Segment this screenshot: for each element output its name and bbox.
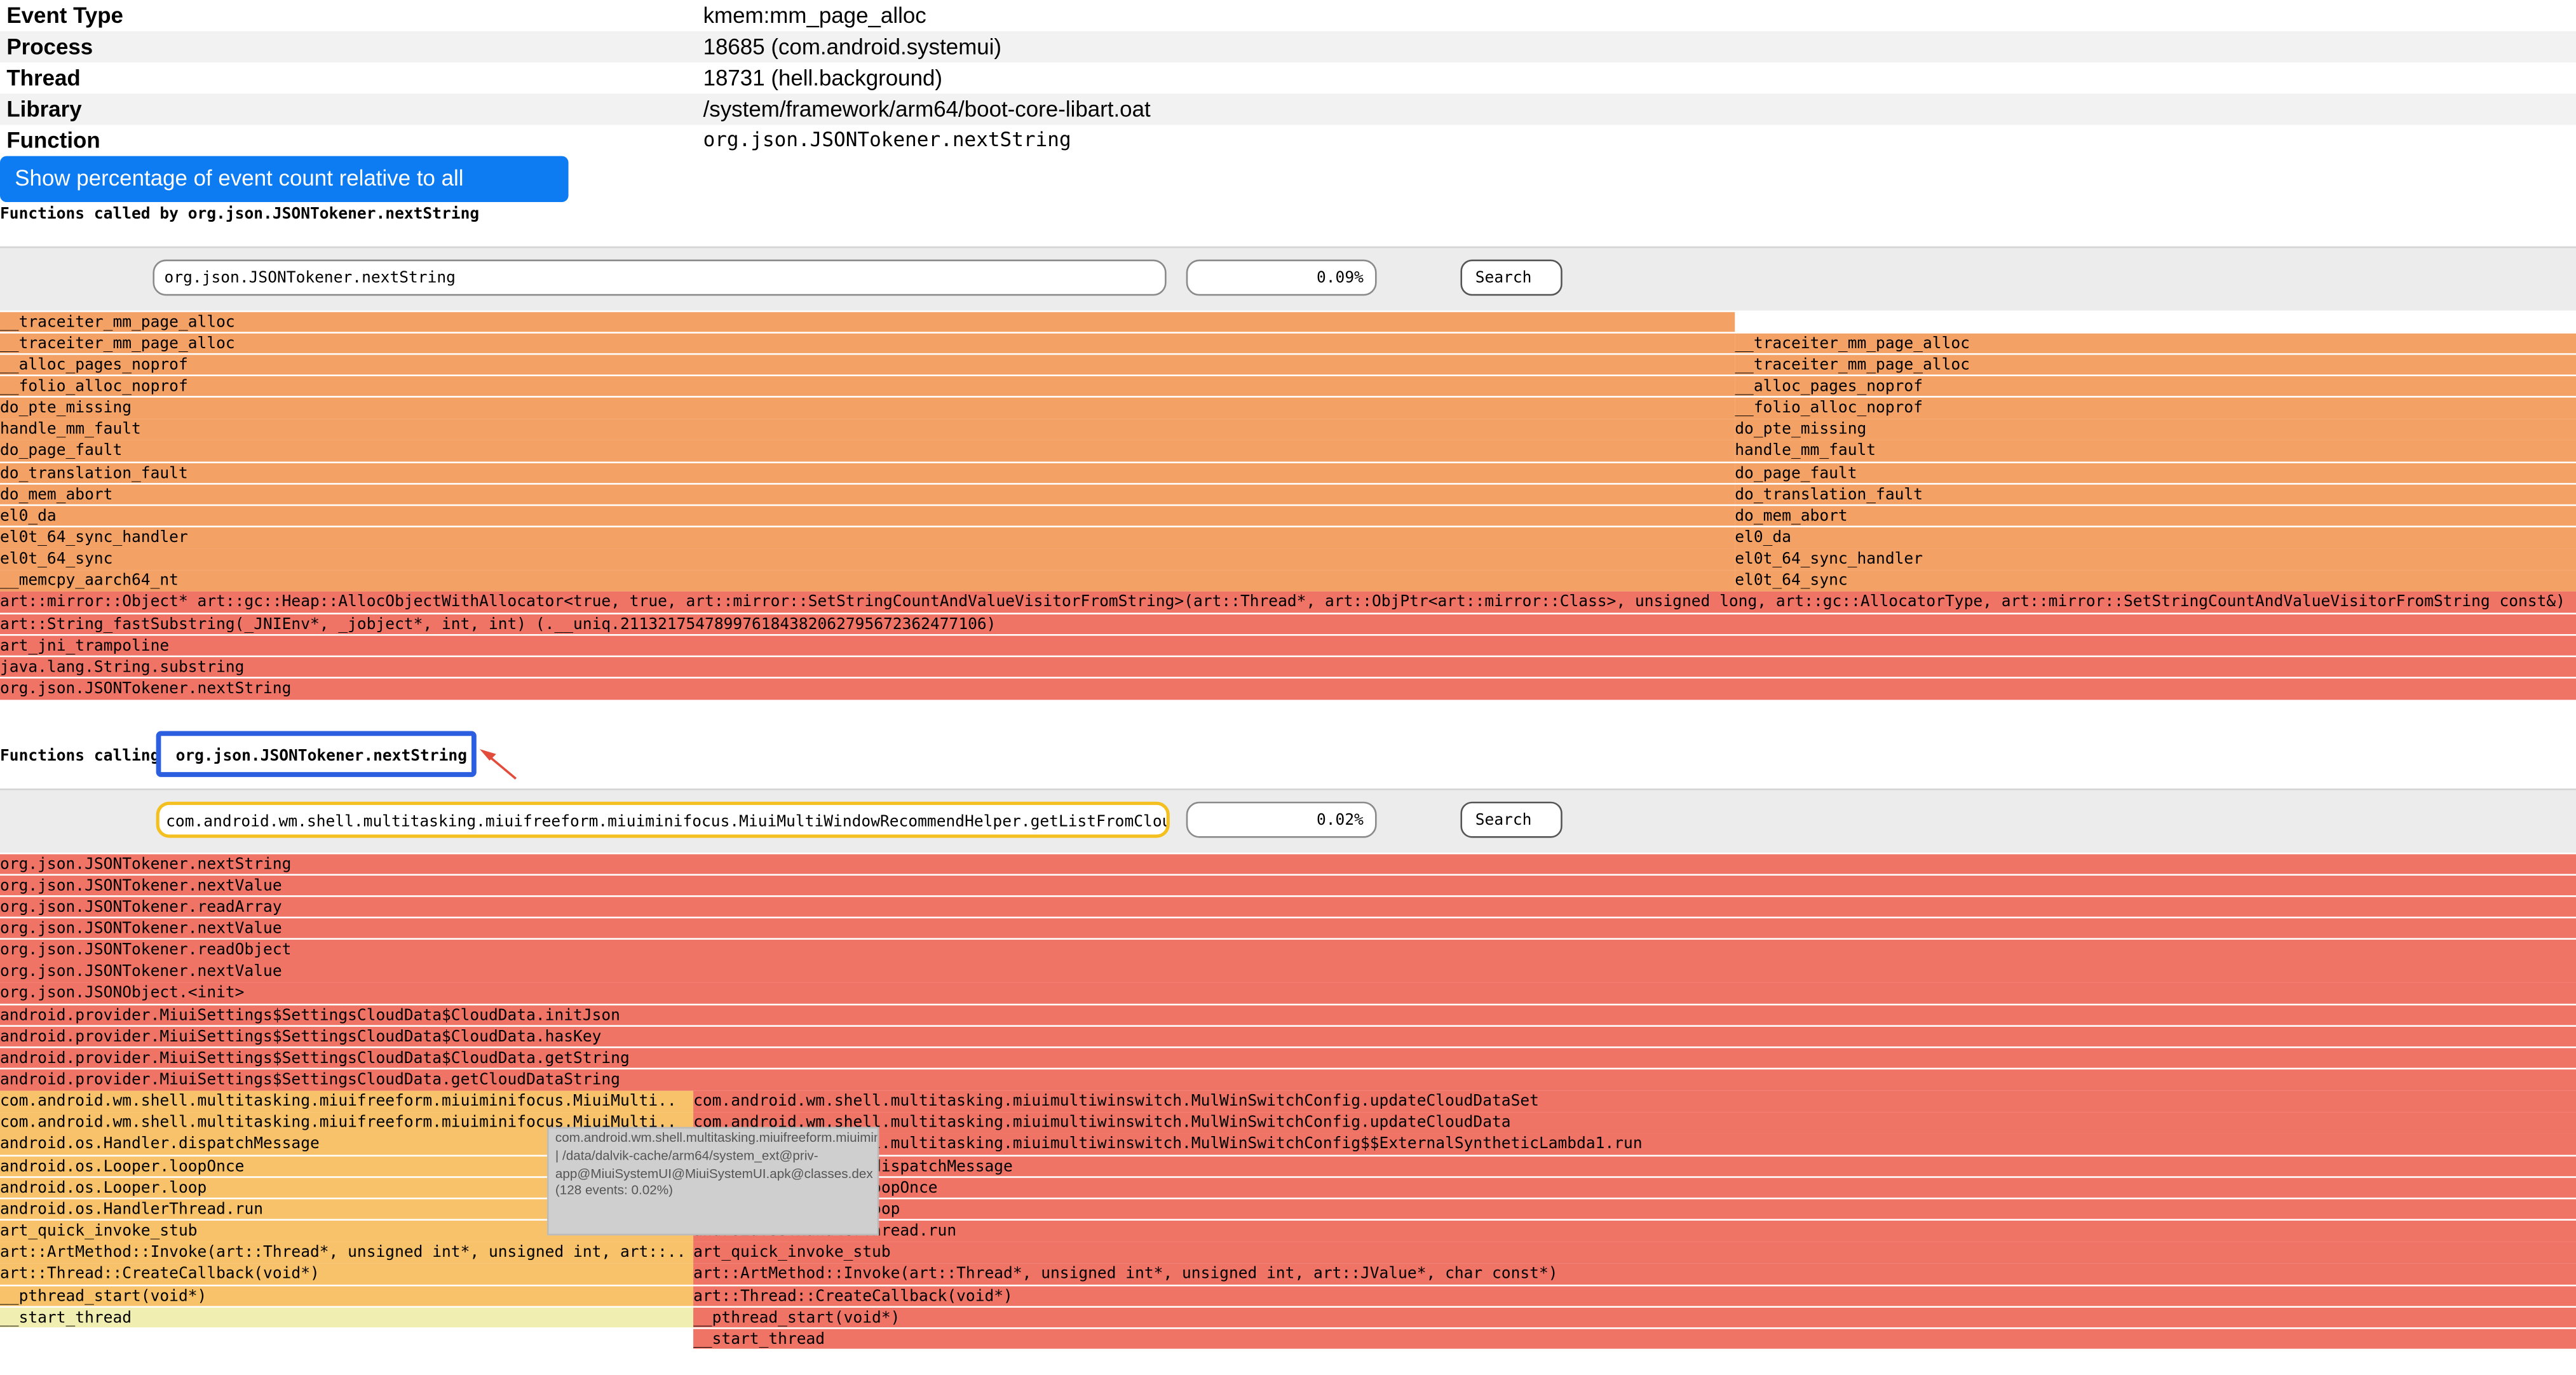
frame-tooltip: com.android.wm.shell.multitasking.miuifr… [546,1127,879,1236]
info-key: Process [6,34,93,60]
info-key: Function [6,128,100,153]
flame-frame[interactable]: el0_da [1735,527,2576,548]
callers-search-input[interactable]: com.android.wm.shell.multitasking.miuifr… [156,801,1170,838]
flame-frame[interactable]: do_translation_fault [1735,484,2576,505]
flame-frame[interactable]: do_translation_fault [0,462,1735,484]
flame-frame[interactable]: __alloc_pages_noprof [0,354,1735,376]
flame-frame[interactable]: __memcpy_aarch64_nt [0,570,1735,592]
flame-frame[interactable]: handle_mm_fault [0,419,1735,440]
flame-frame[interactable]: android.os.Looper.loop [693,1199,2576,1220]
info-value: 18731 (hell.background) [703,65,943,91]
flame-frame[interactable]: com.android.wm.shell.multitasking.miuifr… [0,1091,694,1112]
flame-frame[interactable]: do_pte_missing [0,397,1735,419]
flame-frame[interactable]: el0t_64_sync [1735,570,2576,592]
info-value: /system/framework/arm64/boot-core-libart… [703,97,1151,122]
flame-frame[interactable]: android.provider.MiuiSettings$SettingsCl… [0,1026,2576,1047]
flame-frame[interactable]: __traceiter_mm_page_alloc [1735,354,2576,376]
annotation-highlight-box [156,731,477,777]
flame-frame[interactable]: android.os.Handler.dispatchMessage [693,1156,2576,1177]
info-row-thread: Thread 18731 (hell.background) [0,62,2576,93]
flame-frame[interactable]: org.json.JSONTokener.nextString [0,678,2576,700]
flame-frame[interactable]: __start_thread [0,1307,694,1328]
callers-search-button[interactable]: Search [1460,801,1563,838]
flame-frame[interactable]: org.json.JSONObject.<init> [0,983,2576,1004]
flame-frame[interactable]: art::Thread::CreateCallback(void*) [0,1264,694,1285]
flame-frame[interactable]: com.android.wm.shell.multitasking.miuimu… [693,1091,2576,1112]
report-root: Event Type kmem:mm_page_alloc Process 18… [0,0,2576,1350]
flame-frame[interactable]: android.os.HandlerThread.run [693,1221,2576,1242]
flame-frame[interactable]: org.json.JSONTokener.nextValue [0,918,2576,939]
flame-frame[interactable]: __traceiter_mm_page_alloc [0,311,1735,332]
flame-frame[interactable]: com.android.wm.shell.multitasking.miuimu… [693,1113,2576,1134]
flame-frame[interactable]: java.lang.String.substring [0,656,2576,678]
info-key: Library [6,97,82,122]
caret-down-icon [125,222,139,229]
flame-frame[interactable]: do_page_fault [1735,462,2576,484]
callers-search-bar: com.android.wm.shell.multitasking.miuifr… [0,789,2576,853]
dropdown-label: Show percentage of event count relative … [15,166,464,237]
flame-frame[interactable]: el0_da [0,505,1735,527]
flame-frame[interactable]: __folio_alloc_noprof [0,376,1735,397]
flame-frame[interactable]: do_mem_abort [1735,505,2576,527]
flame-frame[interactable]: do_page_fault [0,440,1735,462]
info-value: org.json.JSONTokener.nextString [703,128,1071,151]
flame-frame[interactable]: art::String_fastSubstring(_JNIEnv*, _job… [0,613,2576,635]
flame-frame[interactable]: __folio_alloc_noprof [1735,397,2576,419]
annotation-arrow-icon [479,748,517,780]
flame-frame[interactable]: android.provider.MiuiSettings$SettingsCl… [0,1069,2576,1090]
percentage-mode-dropdown[interactable]: Show percentage of event count relative … [0,156,569,236]
info-value: kmem:mm_page_alloc [703,3,926,28]
info-value: 18685 (com.android.systemui) [703,34,1002,60]
flame-frame[interactable]: art::mirror::Object* art::gc::Heap::Allo… [0,592,2576,613]
info-row-function: Function org.json.JSONTokener.nextString [0,125,2576,156]
flame-frame[interactable]: __start_thread [693,1329,2576,1350]
flame-frame[interactable]: org.json.JSONTokener.nextValue [0,961,2576,982]
info-key: Thread [6,65,81,91]
flame-frame[interactable]: org.json.JSONTokener.nextString [0,853,2576,874]
flame-frame[interactable]: art_quick_invoke_stub [693,1242,2576,1263]
flame-frame[interactable]: android.provider.MiuiSettings$SettingsCl… [0,1005,2576,1026]
callees-search-button[interactable]: Search [1460,259,1563,296]
flame-frame[interactable]: org.json.JSONTokener.readArray [0,897,2576,918]
flame-frame[interactable]: art::Thread::CreateCallback(void*) [693,1285,2576,1306]
info-row-event-type: Event Type kmem:mm_page_alloc [0,0,2576,31]
callers-title-prefix: Functions calling [0,747,160,766]
flame-frame[interactable]: __pthread_start(void*) [0,1285,694,1306]
flame-frame[interactable]: art::ArtMethod::Invoke(art::Thread*, uns… [0,1242,694,1263]
flame-frame[interactable]: android.provider.MiuiSettings$SettingsCl… [0,1048,2576,1069]
flame-frame[interactable]: el0t_64_sync [0,548,1735,570]
flame-frame[interactable]: do_mem_abort [0,484,1735,505]
flame-frame[interactable]: el0t_64_sync_handler [0,527,1735,548]
flame-frame[interactable]: __alloc_pages_noprof [1735,376,2576,397]
flame-frame[interactable]: org.json.JSONTokener.nextValue [0,875,2576,896]
callees-search-bar: org.json.JSONTokener.nextString 0.09% Se… [0,246,2576,311]
info-key: Event Type [6,3,123,28]
flame-frame[interactable]: __pthread_start(void*) [693,1307,2576,1328]
flame-frame[interactable]: org.json.JSONTokener.readObject [0,940,2576,961]
flame-frame[interactable]: art_jni_trampoline [0,635,2576,656]
flame-frame[interactable]: do_pte_missing [1735,419,2576,440]
flame-frame[interactable]: __traceiter_mm_page_alloc [0,332,1735,354]
flame-frame[interactable]: __traceiter_mm_page_alloc [1735,332,2576,354]
callees-search-input[interactable]: org.json.JSONTokener.nextString [153,259,1167,296]
flame-frame[interactable]: com.android.wm.shell.multitasking.miuimu… [693,1134,2576,1155]
info-row-process: Process 18685 (com.android.systemui) [0,31,2576,63]
info-row-library: Library /system/framework/arm64/boot-cor… [0,93,2576,125]
flame-frame[interactable]: handle_mm_fault [1735,440,2576,462]
flame-frame[interactable]: el0t_64_sync_handler [1735,548,2576,570]
callees-title: Functions called by org.json.JSONTokener… [0,205,480,224]
callers-percentage: 0.02% [1186,801,1377,838]
flame-frame[interactable]: android.os.Looper.loopOnce [693,1177,2576,1198]
flame-frame[interactable]: art::ArtMethod::Invoke(art::Thread*, uns… [693,1264,2576,1285]
callees-percentage: 0.09% [1186,259,1377,296]
